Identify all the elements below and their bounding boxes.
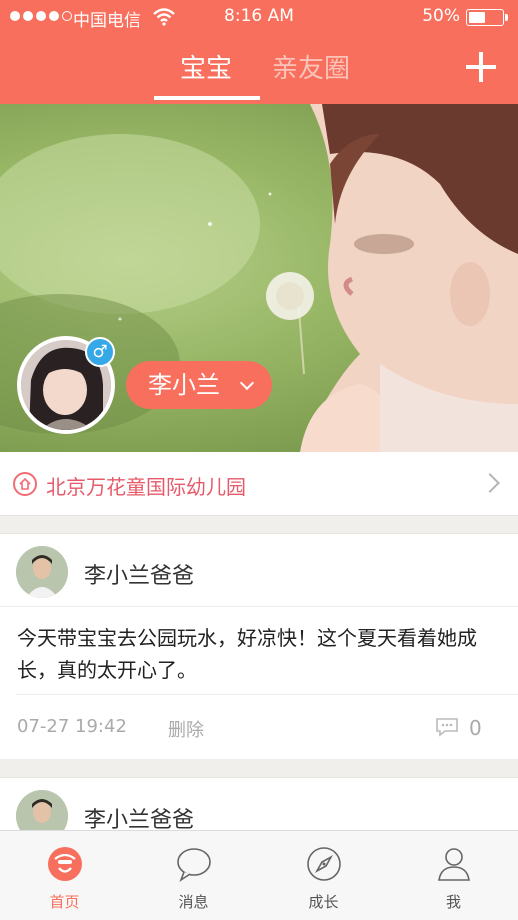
tab-baby[interactable]: 宝宝 [180, 48, 232, 85]
comment-icon[interactable] [435, 717, 459, 737]
school-name: 北京万花童国际幼儿园 [46, 475, 246, 499]
chevron-down-icon [239, 375, 255, 391]
tab-growth[interactable]: 成长 [259, 831, 388, 920]
tab-messages-label: 消息 [178, 893, 209, 911]
divider [16, 694, 518, 695]
active-tab-indicator [154, 96, 260, 100]
baby-name-selector[interactable]: 李小兰 [126, 361, 272, 409]
tab-friends-circle[interactable]: 亲友圈 [272, 48, 350, 85]
post-card: 李小兰爸爸 [0, 777, 518, 842]
plus-icon[interactable] [464, 50, 498, 84]
school-row[interactable]: 北京万花童国际幼儿园 [0, 452, 518, 516]
male-gender-icon: ♂ [85, 337, 115, 367]
home-face-icon [48, 847, 82, 881]
compass-icon [307, 847, 341, 881]
tab-me[interactable]: 我 [389, 831, 518, 920]
tab-growth-label: 成长 [308, 893, 339, 911]
bottom-tab-bar: 首页 消息 成长 我 [0, 830, 518, 920]
comment-count: 0 [469, 716, 482, 740]
post-timestamp: 07-27 19:42 [17, 716, 127, 737]
author-avatar[interactable] [16, 546, 68, 598]
top-bar: 中国电信 8:16 AM 50% 宝宝 亲友圈 [0, 0, 518, 104]
battery-icon [466, 9, 504, 26]
chevron-right-icon [480, 473, 500, 493]
tab-me-label: 我 [445, 893, 461, 911]
tab-messages[interactable]: 消息 [129, 831, 258, 920]
tab-home-label: 首页 [49, 893, 80, 911]
tab-home[interactable]: 首页 [0, 831, 129, 920]
person-icon [438, 848, 470, 881]
battery-percentage: 50% [422, 6, 460, 26]
status-bar: 中国电信 8:16 AM 50% [0, 0, 518, 34]
message-bubble-icon [177, 848, 211, 883]
post-author[interactable]: 李小兰爸爸 [84, 558, 194, 590]
baby-name: 李小兰 [148, 371, 220, 399]
divider [0, 606, 518, 607]
home-icon [13, 472, 37, 496]
post-text: 今天带宝宝去公园玩水，好凉快！这个夏天看着她成长，真的太开心了。 [17, 626, 477, 682]
delete-post-button[interactable]: 删除 [168, 716, 204, 742]
post-card: 李小兰爸爸 今天带宝宝去公园玩水，好凉快！这个夏天看着她成长，真的太开心了。 0… [0, 533, 518, 759]
